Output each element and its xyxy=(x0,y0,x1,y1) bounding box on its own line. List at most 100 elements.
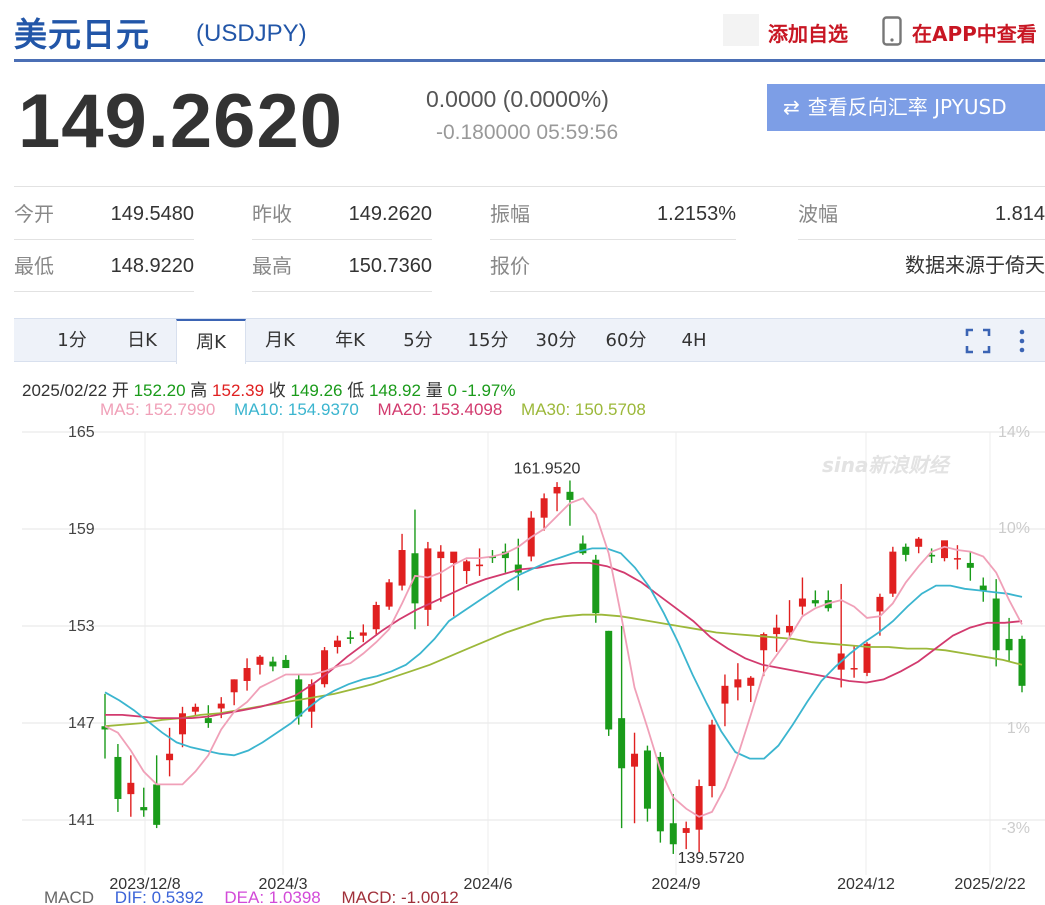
pct-tick-label: -3% xyxy=(1002,820,1030,837)
ma20-line xyxy=(105,561,1023,720)
header-placeholder xyxy=(723,14,759,46)
tab-weekly[interactable]: 周K xyxy=(176,319,246,364)
more-menu-icon[interactable] xyxy=(1008,327,1036,355)
stat-open: 今开 149.5480 xyxy=(14,188,194,240)
peak-annotation: 161.9520 xyxy=(514,460,581,477)
tab-30min[interactable]: 30分 xyxy=(526,319,586,363)
stat-label: 最高 xyxy=(252,254,292,278)
bar-close-value: 149.26 xyxy=(290,381,343,400)
bar-low-label: 低 xyxy=(347,381,365,400)
tab-monthly[interactable]: 月K xyxy=(252,319,308,363)
macd-value: MACD: -1.0012 xyxy=(341,888,459,905)
candle-body xyxy=(1005,638,1013,651)
stat-value: 150.7360 xyxy=(348,255,432,277)
bar-pct: -1.97% xyxy=(461,381,516,400)
candle-body xyxy=(191,706,199,712)
tab-daily[interactable]: 日K xyxy=(114,319,170,363)
x-tick-label: 2024/9 xyxy=(652,876,701,893)
candle-body xyxy=(269,661,277,667)
candle-body xyxy=(346,637,354,639)
candle-body xyxy=(592,559,600,614)
candle-body xyxy=(992,598,1000,651)
bar-high-value: 152.39 xyxy=(212,381,265,400)
bar-volume-label: 量 xyxy=(425,381,443,400)
kline-chart[interactable]: 16515915314714114%10%1%-3%2023/12/8 2024/… xyxy=(0,420,1045,905)
stat-value: 1.2153% xyxy=(657,203,736,225)
candle-body xyxy=(786,626,794,633)
bar-low-value: 148.92 xyxy=(368,381,421,400)
candle-body xyxy=(385,582,393,607)
ma30-value: MA30: 150.5708 xyxy=(521,400,646,419)
candle-body xyxy=(178,713,186,735)
candle-body xyxy=(643,750,651,809)
candle-body xyxy=(721,685,729,704)
stat-value: 148.9220 xyxy=(110,255,194,277)
stat-label: 报价 xyxy=(490,254,530,278)
candle-body xyxy=(463,561,471,572)
ma10-value: MA10: 154.9370 xyxy=(234,400,359,419)
candle-body xyxy=(1018,638,1026,686)
tab-5min[interactable]: 5分 xyxy=(390,319,446,363)
reverse-rate-button[interactable]: ⇄ 查看反向汇率 JPYUSD xyxy=(767,84,1045,131)
x-tick-label: 2025/2/22 xyxy=(954,876,1025,893)
candle-body xyxy=(811,600,819,604)
bar-date: 2025/02/22 xyxy=(22,381,108,400)
tab-4h[interactable]: 4H xyxy=(666,319,722,363)
candle-body xyxy=(359,632,367,636)
ma5-value: MA5: 152.7990 xyxy=(100,400,216,419)
bar-open-value: 152.20 xyxy=(133,381,186,400)
stat-amplitude: 振幅 1.2153% xyxy=(490,188,736,240)
candle-body xyxy=(863,643,871,673)
candle-body xyxy=(424,548,432,610)
stat-low: 最低 148.9220 xyxy=(14,240,194,292)
candle-body xyxy=(153,784,161,825)
reverse-rate-label: 查看反向汇率 JPYUSD xyxy=(807,95,1007,119)
candle-body xyxy=(243,668,251,681)
candle-body xyxy=(450,551,458,563)
candle-body xyxy=(734,679,742,688)
swap-icon: ⇄ xyxy=(783,95,800,119)
candle-body xyxy=(553,486,561,494)
candle-body xyxy=(669,823,677,845)
pct-tick-label: 14% xyxy=(998,424,1030,441)
fullscreen-icon[interactable] xyxy=(964,327,992,355)
current-price: 149.2620 xyxy=(18,79,343,164)
view-in-app-button[interactable]: 在APP中查看 xyxy=(912,18,1037,47)
stat-value: 149.5480 xyxy=(110,203,194,225)
candle-body xyxy=(618,718,626,769)
price-subline: -0.180000 05:59:56 xyxy=(436,121,619,144)
phone-icon xyxy=(882,16,902,46)
tab-1min[interactable]: 1分 xyxy=(44,319,100,363)
ma5-line xyxy=(104,497,1023,818)
tab-15min[interactable]: 15分 xyxy=(458,319,518,363)
candle-body xyxy=(114,756,122,799)
candle-body xyxy=(798,598,806,607)
stat-high: 最高 150.7360 xyxy=(252,240,432,292)
candle-body xyxy=(256,656,264,665)
candle-body xyxy=(321,650,329,685)
candle-body xyxy=(915,538,923,547)
macd-dea: DEA: 1.0398 xyxy=(224,888,321,905)
candle-body xyxy=(889,551,897,594)
stat-value: 1.814 xyxy=(994,203,1045,225)
bar-close-label: 收 xyxy=(268,381,286,400)
candle-body xyxy=(631,753,639,767)
trough-annotation: 139.5720 xyxy=(678,850,745,867)
stat-label: 波幅 xyxy=(798,202,838,226)
candle-body xyxy=(437,551,445,559)
tab-60min[interactable]: 60分 xyxy=(596,319,656,363)
chart-period-tabs: 1分 日K 周K 月K 年K 5分 15分 30分 60分 4H xyxy=(14,318,1045,364)
x-tick-label: 2024/12 xyxy=(837,876,895,893)
symbol-code: (USDJPY) xyxy=(196,20,307,47)
macd-label: MACD xyxy=(44,888,95,905)
candle-body xyxy=(372,604,380,630)
bar-open-label: 开 xyxy=(111,381,129,400)
candle-body xyxy=(902,546,910,555)
page-header: 美元日元 (USDJPY) 添加自选 在APP中查看 xyxy=(14,0,1045,62)
pct-tick-label: 1% xyxy=(1007,720,1030,737)
tab-yearly[interactable]: 年K xyxy=(322,319,378,363)
add-watchlist-button[interactable]: 添加自选 xyxy=(768,18,848,47)
ma-legend: MA5: 152.7990 MA10: 154.9370 MA20: 153.4… xyxy=(100,400,660,420)
watermark: sina新浪财经 xyxy=(822,453,951,477)
candle-body xyxy=(411,553,419,604)
